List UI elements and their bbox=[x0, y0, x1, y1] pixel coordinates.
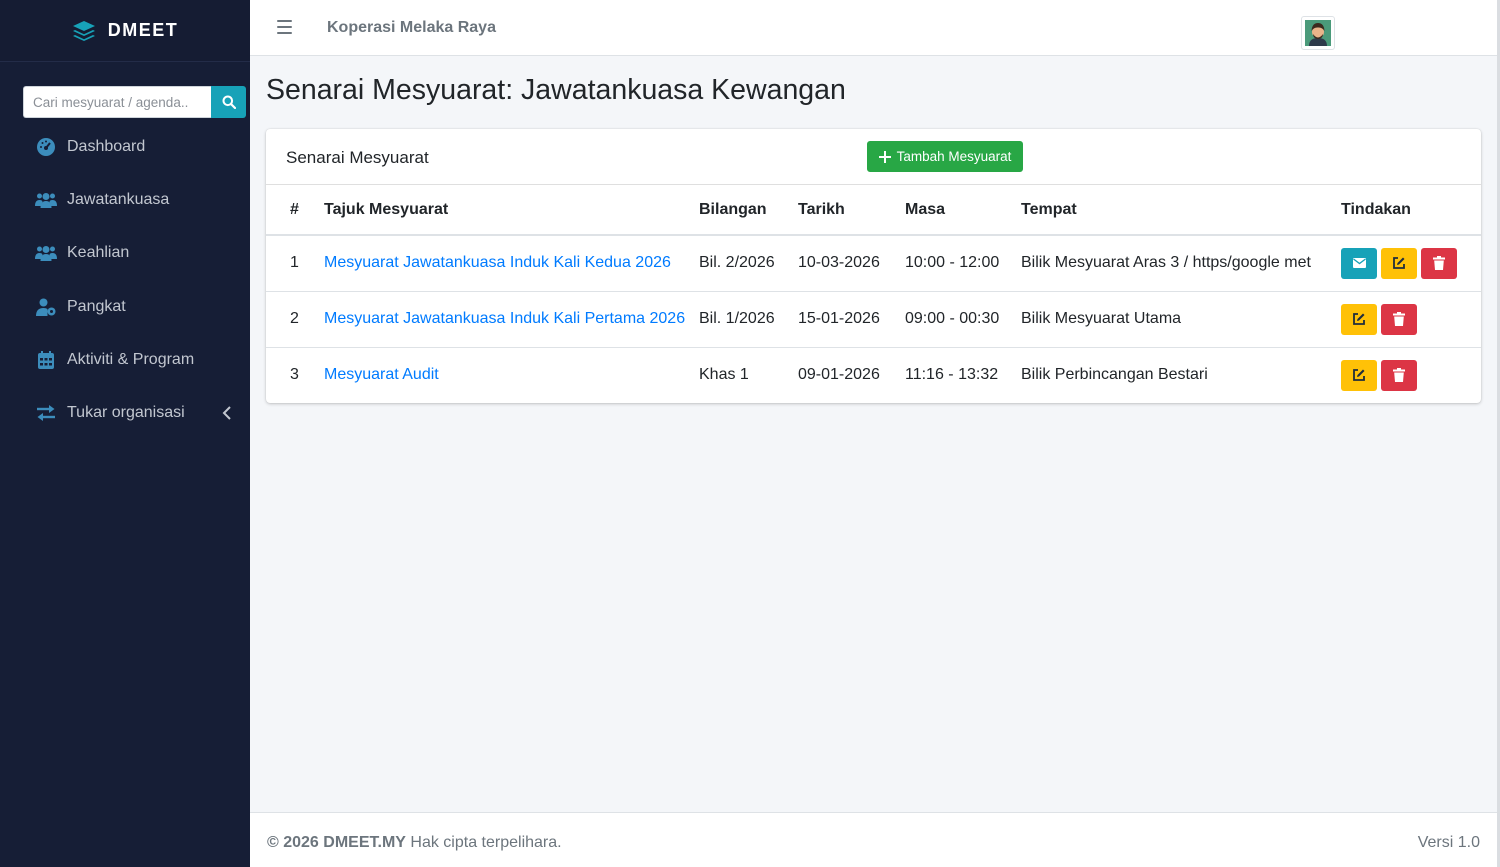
top-navbar: Koperasi Melaka Raya bbox=[250, 0, 1498, 56]
meetings-card: Senarai Mesyuarat Tambah Mesyuarat # Taj… bbox=[266, 129, 1481, 403]
delete-button[interactable] bbox=[1421, 247, 1457, 279]
meeting-title-link[interactable]: Mesyuarat Jawatankuasa Induk Kali Kedua … bbox=[324, 254, 671, 271]
row-number: 2 bbox=[266, 291, 324, 348]
plus-icon bbox=[878, 150, 891, 163]
edit-button[interactable] bbox=[1381, 247, 1417, 279]
meeting-date: 09-01-2026 bbox=[798, 366, 880, 384]
column-header-masa: Masa bbox=[905, 186, 1021, 236]
user-avatar[interactable] bbox=[1301, 16, 1335, 50]
tachometer-icon bbox=[35, 137, 57, 157]
meeting-bilangan: Bil. 1/2026 bbox=[699, 291, 798, 348]
trash-icon bbox=[1433, 256, 1445, 271]
meetings-table: # Tajuk Mesyuarat Bilangan Tarikh Masa T… bbox=[266, 186, 1481, 403]
column-header-tindakan: Tindakan bbox=[1341, 186, 1481, 236]
user-cog-icon bbox=[35, 297, 57, 317]
meeting-title-link[interactable]: Mesyuarat Audit bbox=[324, 366, 439, 383]
send-email-button[interactable] bbox=[1341, 247, 1377, 279]
meeting-time: 09:00 - 00:30 bbox=[905, 291, 1021, 348]
card-title: Senarai Mesyuarat bbox=[286, 148, 429, 167]
edit-icon bbox=[1353, 313, 1365, 325]
sidebar-item-dashboard[interactable]: Dashboard bbox=[0, 120, 250, 173]
chevron-left-icon bbox=[222, 406, 231, 420]
sidebar-item-tukar-organisasi[interactable]: Tukar organisasi bbox=[0, 386, 250, 439]
layers-icon bbox=[72, 20, 95, 41]
sidebar-nav: Dashboard Jawatankuasa Keahlian Pangkat … bbox=[0, 120, 250, 440]
meeting-time: 11:16 - 13:32 bbox=[905, 366, 999, 384]
row-number: 3 bbox=[290, 366, 299, 384]
trash-icon bbox=[1393, 368, 1405, 383]
meeting-venue: Bilik Perbincangan Bestari bbox=[1021, 366, 1208, 384]
footer-copyright: © 2026 DMEET.MY Hak cipta terpelihara. bbox=[267, 834, 562, 852]
sidebar-item-label: Aktiviti & Program bbox=[67, 350, 195, 368]
meeting-venue: Bilik Mesyuarat Aras 3 / https/google me… bbox=[1021, 235, 1341, 292]
add-meeting-button[interactable]: Tambah Mesyuarat bbox=[867, 141, 1023, 172]
edit-button[interactable] bbox=[1341, 303, 1377, 335]
edit-icon bbox=[1393, 257, 1405, 270]
page-title: Senarai Mesyuarat: Jawatankuasa Kewangan bbox=[266, 74, 846, 106]
add-meeting-label: Tambah Mesyuarat bbox=[896, 149, 1012, 164]
sidebar: DMEET Dashboard bbox=[0, 0, 250, 867]
meeting-title-link[interactable]: Mesyuarat Jawatankuasa Induk Kali Pertam… bbox=[324, 310, 685, 327]
sidebar-item-label: Dashboard bbox=[67, 137, 146, 155]
edit-icon bbox=[1353, 369, 1365, 382]
row-actions bbox=[1341, 247, 1481, 279]
brand-name: DMEET bbox=[107, 20, 179, 40]
search-input[interactable] bbox=[23, 86, 211, 118]
sidebar-search bbox=[23, 86, 246, 118]
meeting-venue: Bilik Mesyuarat Utama bbox=[1021, 291, 1341, 348]
rights-text: Hak cipta terpelihara. bbox=[410, 834, 562, 851]
envelope-icon bbox=[1352, 258, 1366, 269]
sidebar-item-jawatankuasa[interactable]: Jawatankuasa bbox=[0, 173, 250, 226]
search-button[interactable] bbox=[211, 86, 246, 118]
column-header-bilangan: Bilangan bbox=[699, 186, 798, 236]
column-header-tempat: Tempat bbox=[1021, 186, 1341, 236]
sidebar-item-pangkat[interactable]: Pangkat bbox=[0, 280, 250, 333]
footer-version: Versi 1.0 bbox=[1417, 834, 1480, 851]
sidebar-item-label: Pangkat bbox=[67, 297, 126, 315]
edit-button[interactable] bbox=[1341, 359, 1377, 391]
meeting-time: 10:00 - 12:00 bbox=[905, 235, 1021, 292]
organization-name: Koperasi Melaka Raya bbox=[327, 19, 496, 36]
footer: © 2026 DMEET.MY Hak cipta terpelihara. V… bbox=[250, 812, 1497, 867]
sidebar-item-label: Keahlian bbox=[67, 244, 130, 262]
table-row: 2 Mesyuarat Jawatankuasa Induk Kali Pert… bbox=[266, 291, 1481, 348]
meeting-date: 15-01-2026 bbox=[798, 291, 905, 348]
meeting-date: 10-03-2026 bbox=[798, 235, 905, 292]
sidebar-item-aktiviti[interactable]: Aktiviti & Program bbox=[0, 333, 250, 386]
meeting-bilangan: Bil. 2/2026 bbox=[699, 235, 798, 292]
table-header-row: # Tajuk Mesyuarat Bilangan Tarikh Masa T… bbox=[266, 186, 1481, 236]
copyright-text: © 2026 DMEET.MY bbox=[267, 834, 406, 851]
table-row: 3 Mesyuarat Audit Khas 1 09-01-2026 11:1… bbox=[266, 347, 1481, 403]
brand-link[interactable]: DMEET bbox=[0, 0, 250, 62]
row-actions bbox=[1341, 303, 1481, 335]
column-header-title: Tajuk Mesyuarat bbox=[324, 186, 699, 236]
users-icon bbox=[35, 243, 57, 263]
card-header: Senarai Mesyuarat Tambah Mesyuarat bbox=[266, 129, 1481, 185]
search-icon bbox=[222, 95, 236, 109]
column-header-number: # bbox=[266, 186, 324, 236]
delete-button[interactable] bbox=[1381, 303, 1417, 335]
menu-toggle-icon[interactable] bbox=[277, 20, 292, 34]
row-number: 1 bbox=[266, 235, 324, 292]
user-avatar-icon bbox=[1305, 20, 1331, 46]
column-header-tarikh: Tarikh bbox=[798, 186, 905, 236]
users-icon bbox=[35, 190, 57, 210]
sidebar-item-label: Tukar organisasi bbox=[67, 404, 185, 422]
table-row: 1 Mesyuarat Jawatankuasa Induk Kali Kedu… bbox=[266, 235, 1481, 292]
calendar-icon bbox=[35, 350, 57, 370]
row-actions bbox=[1341, 359, 1481, 391]
meeting-bilangan: Khas 1 bbox=[699, 366, 749, 384]
delete-button[interactable] bbox=[1381, 359, 1417, 391]
exchange-icon bbox=[35, 403, 57, 423]
sidebar-item-keahlian[interactable]: Keahlian bbox=[0, 227, 250, 280]
trash-icon bbox=[1393, 312, 1405, 326]
sidebar-item-label: Jawatankuasa bbox=[67, 190, 170, 208]
